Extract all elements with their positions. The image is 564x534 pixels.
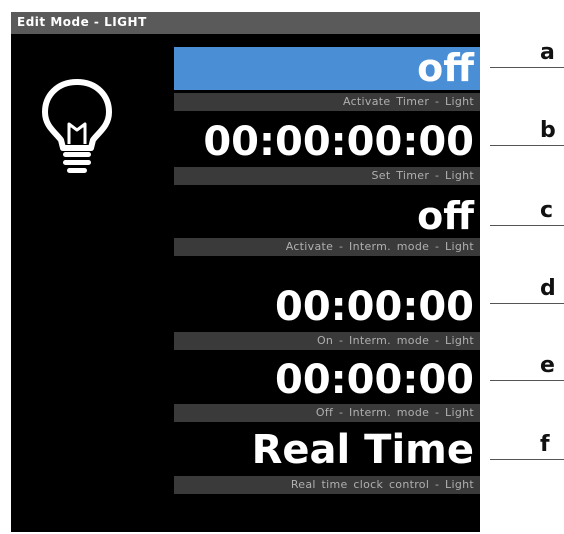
off-interm-value[interactable]: 00:00:00 [174, 360, 480, 405]
callout-line-b [490, 145, 564, 146]
title-bar: Edit Mode - LIGHT [11, 12, 480, 34]
callout-label-c: c [540, 198, 554, 223]
activate-interm-caption: Activate - Interm. mode - Light [174, 238, 480, 256]
callout-line-d [490, 303, 564, 304]
callout-line-f [490, 459, 564, 460]
real-time-value[interactable]: Real Time [174, 430, 480, 475]
set-timer-caption: Set Timer - Light [174, 167, 480, 185]
window-title: Edit Mode - LIGHT [17, 15, 147, 29]
off-interm-caption: Off - Interm. mode - Light [174, 404, 480, 422]
on-interm-value[interactable]: 00:00:00 [174, 287, 480, 332]
callout-label-a: a [540, 40, 555, 65]
activate-timer-caption: Activate Timer - Light [174, 93, 480, 111]
real-time-caption: Real time clock control - Light [174, 476, 480, 494]
callout-line-a [490, 67, 564, 68]
callout-label-b: b [540, 118, 556, 143]
callout-label-d: d [540, 276, 556, 301]
lightbulb-icon [42, 79, 112, 173]
activate-interm-value[interactable]: off [174, 197, 480, 237]
device-screen: Edit Mode - LIGHT off Activate Timer - L… [11, 12, 480, 532]
callout-line-e [490, 380, 564, 381]
callout-line-c [490, 225, 564, 226]
callout-label-f: f [540, 432, 550, 457]
callout-label-e: e [540, 353, 555, 378]
set-timer-value[interactable]: 00:00:00:00 [174, 122, 480, 167]
on-interm-caption: On - Interm. mode - Light [174, 332, 480, 350]
activate-timer-value[interactable]: off [174, 47, 480, 90]
